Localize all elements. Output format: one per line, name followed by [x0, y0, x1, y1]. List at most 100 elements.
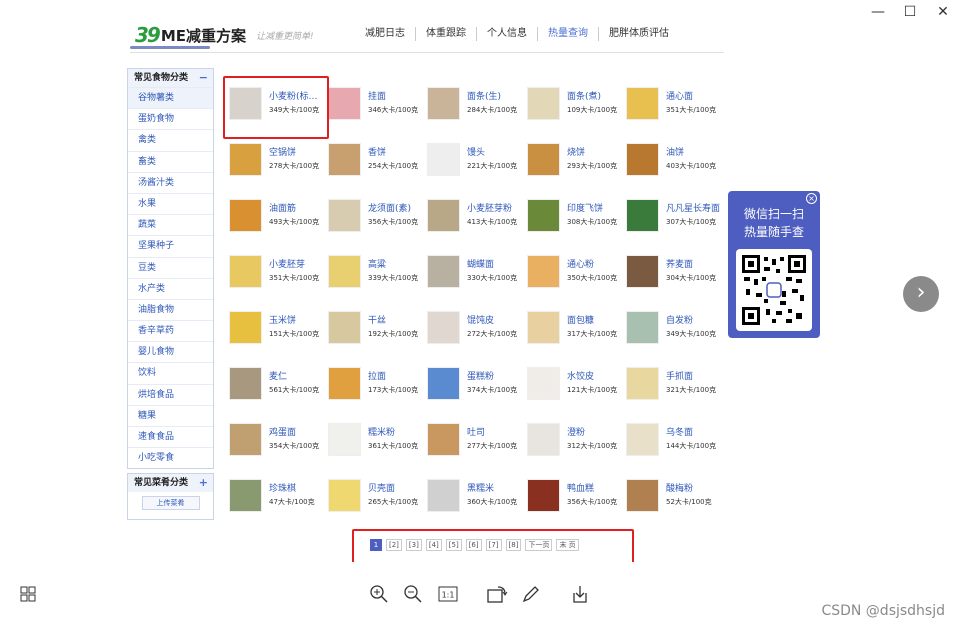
- food-item[interactable]: 馒头 221大卡/100克: [427, 141, 527, 181]
- food-item[interactable]: 挂面 346大卡/100克: [328, 85, 428, 125]
- nav-item[interactable]: 个人信息: [477, 27, 538, 41]
- food-item[interactable]: 凡凡星长寿面 307大卡/100克: [626, 197, 726, 237]
- food-item[interactable]: 吐司 277大卡/100克: [427, 421, 527, 461]
- food-name[interactable]: 面条(生): [467, 89, 527, 102]
- food-item[interactable]: 龙须面(素) 356大卡/100克: [328, 197, 428, 237]
- food-item[interactable]: 蛋糕粉 374大卡/100克: [427, 365, 527, 405]
- rotate-icon[interactable]: [485, 582, 509, 606]
- food-thumbnail[interactable]: [527, 255, 560, 288]
- page-link[interactable]: [5]: [445, 539, 462, 551]
- category-item[interactable]: 禽类: [128, 129, 213, 150]
- food-name[interactable]: 麦仁: [269, 369, 329, 382]
- food-item[interactable]: 贝壳面 265大卡/100克: [328, 477, 428, 517]
- category-item[interactable]: 坚果种子: [128, 235, 213, 256]
- food-thumbnail[interactable]: [328, 479, 361, 512]
- food-name[interactable]: 澄粉: [567, 425, 627, 438]
- food-item[interactable]: 鸡蛋面 354大卡/100克: [229, 421, 329, 461]
- maximize-button[interactable]: ☐: [895, 2, 925, 22]
- nav-item[interactable]: 肥胖体质评估: [599, 27, 679, 41]
- food-name[interactable]: 手抓面: [666, 369, 726, 382]
- food-name[interactable]: 空锅饼: [269, 145, 329, 158]
- food-thumbnail[interactable]: [229, 199, 262, 232]
- food-item[interactable]: 麦仁 561大卡/100克: [229, 365, 329, 405]
- food-thumbnail[interactable]: [527, 367, 560, 400]
- collapse-toggle[interactable]: −: [199, 69, 208, 87]
- food-thumbnail[interactable]: [626, 423, 659, 456]
- food-thumbnail[interactable]: [427, 143, 460, 176]
- food-item[interactable]: 小麦胚芽 351大卡/100克: [229, 253, 329, 293]
- page-link[interactable]: 1: [370, 539, 382, 551]
- category-item[interactable]: 糖果: [128, 404, 213, 426]
- food-name[interactable]: 馄饨皮: [467, 313, 527, 326]
- food-item[interactable]: 手抓面 321大卡/100克: [626, 365, 726, 405]
- food-name[interactable]: 蛋糕粉: [467, 369, 527, 382]
- category-item[interactable]: 豆类: [128, 256, 213, 278]
- food-thumbnail[interactable]: [527, 423, 560, 456]
- expand-toggle[interactable]: +: [199, 474, 208, 492]
- food-thumbnail[interactable]: [328, 87, 361, 120]
- last-page-button[interactable]: 末 页: [556, 539, 579, 551]
- next-page-button[interactable]: 下一页: [525, 539, 553, 551]
- food-name[interactable]: 糯米粉: [368, 425, 428, 438]
- page-link[interactable]: [4]: [425, 539, 442, 551]
- food-item[interactable]: 鸭血糕 356大卡/100克: [527, 477, 627, 517]
- food-thumbnail[interactable]: [427, 87, 460, 120]
- food-name[interactable]: 贝壳面: [368, 481, 428, 494]
- food-item[interactable]: 油面筋 493大卡/100克: [229, 197, 329, 237]
- food-name[interactable]: 小麦胚芽粉: [467, 201, 527, 214]
- category-item[interactable]: 饮料: [128, 362, 213, 383]
- page-link[interactable]: [7]: [485, 539, 502, 551]
- food-item[interactable]: 馄饨皮 272大卡/100克: [427, 309, 527, 349]
- food-item[interactable]: 干丝 192大卡/100克: [328, 309, 428, 349]
- food-name[interactable]: 乌冬面: [666, 425, 726, 438]
- food-name[interactable]: 水饺皮: [567, 369, 627, 382]
- food-item[interactable]: 香饼 254大卡/100克: [328, 141, 428, 181]
- food-name[interactable]: 鸭血糕: [567, 481, 627, 494]
- food-item[interactable]: 高粱 339大卡/100克: [328, 253, 428, 293]
- food-name[interactable]: 香饼: [368, 145, 428, 158]
- food-item[interactable]: 油饼 403大卡/100克: [626, 141, 726, 181]
- food-name[interactable]: 珍珠棋: [269, 481, 329, 494]
- food-thumbnail[interactable]: [527, 87, 560, 120]
- food-item[interactable]: 水饺皮 121大卡/100克: [527, 365, 627, 405]
- food-item[interactable]: 乌冬面 144大卡/100克: [626, 421, 726, 461]
- page-link[interactable]: [8]: [505, 539, 522, 551]
- minimize-button[interactable]: —: [863, 2, 893, 22]
- food-thumbnail[interactable]: [229, 423, 262, 456]
- food-thumbnail[interactable]: [328, 199, 361, 232]
- food-item[interactable]: 黑糯米 360大卡/100克: [427, 477, 527, 517]
- food-thumbnail[interactable]: [527, 143, 560, 176]
- food-thumbnail[interactable]: [328, 143, 361, 176]
- food-name[interactable]: 面条(煮): [567, 89, 627, 102]
- food-name[interactable]: 拉面: [368, 369, 428, 382]
- food-thumbnail[interactable]: [626, 143, 659, 176]
- food-item[interactable]: 通心粉 350大卡/100克: [527, 253, 627, 293]
- food-item[interactable]: 烧饼 293大卡/100克: [527, 141, 627, 181]
- category-item[interactable]: 水果: [128, 192, 213, 214]
- food-thumbnail[interactable]: [328, 423, 361, 456]
- food-item[interactable]: 面包糠 317大卡/100克: [527, 309, 627, 349]
- close-button[interactable]: ✕: [928, 2, 958, 22]
- food-thumbnail[interactable]: [626, 199, 659, 232]
- food-name[interactable]: 印度飞饼: [567, 201, 627, 214]
- food-thumbnail[interactable]: [328, 367, 361, 400]
- food-name[interactable]: 玉米饼: [269, 313, 329, 326]
- food-item[interactable]: 面条(生) 284大卡/100克: [427, 85, 527, 125]
- food-name[interactable]: 通心粉: [567, 257, 627, 270]
- food-name[interactable]: 油面筋: [269, 201, 329, 214]
- food-thumbnail[interactable]: [229, 255, 262, 288]
- food-thumbnail[interactable]: [328, 255, 361, 288]
- food-name[interactable]: 馒头: [467, 145, 527, 158]
- category-item[interactable]: 小吃零食: [128, 447, 213, 468]
- food-thumbnail[interactable]: [626, 311, 659, 344]
- food-name[interactable]: 黑糯米: [467, 481, 527, 494]
- food-thumbnail[interactable]: [427, 479, 460, 512]
- category-item[interactable]: 蛋奶食物: [128, 108, 213, 129]
- food-name[interactable]: 通心面: [666, 89, 726, 102]
- food-thumbnail[interactable]: [527, 479, 560, 512]
- food-thumbnail[interactable]: [427, 199, 460, 232]
- food-thumbnail[interactable]: [427, 367, 460, 400]
- food-item[interactable]: 空锅饼 278大卡/100克: [229, 141, 329, 181]
- food-name[interactable]: 酸梅粉: [666, 481, 726, 494]
- zoom-in-icon[interactable]: [367, 582, 391, 606]
